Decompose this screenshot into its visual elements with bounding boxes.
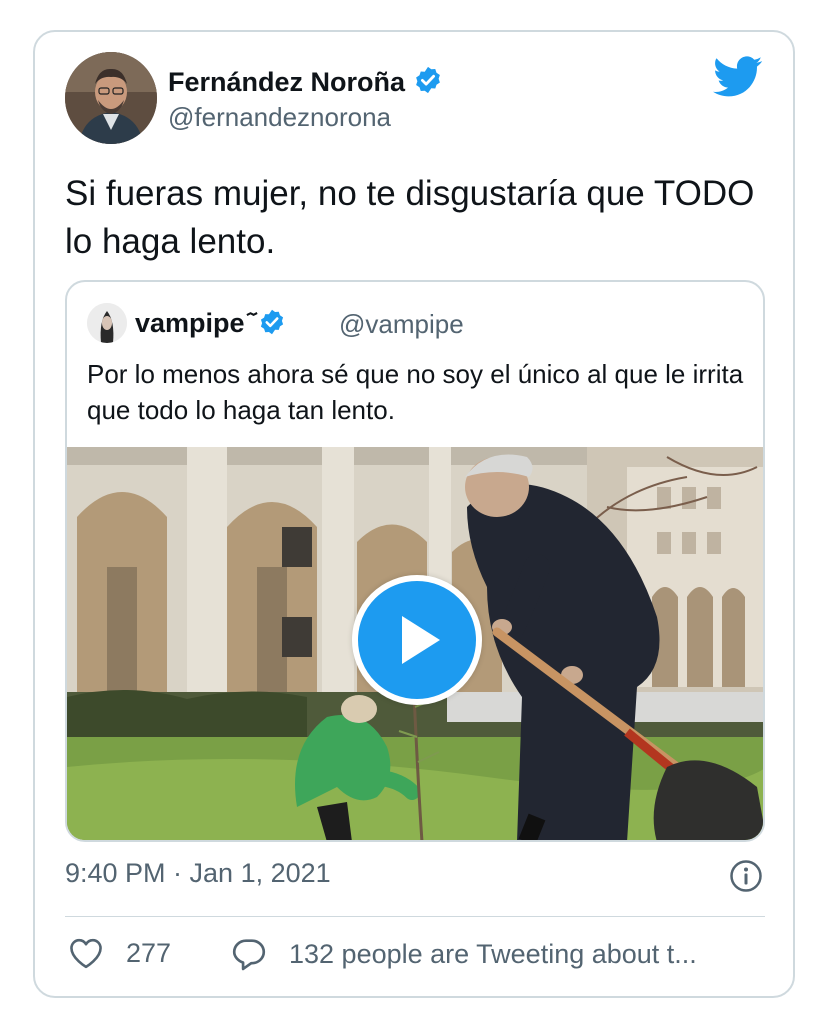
author-name[interactable]: Fernández Noroña bbox=[168, 65, 443, 102]
quoted-tweet[interactable]: vampipe ᷉ @vampipe Por lo menos ahora sé… bbox=[65, 280, 765, 842]
author-handle[interactable]: @fernandeznorona bbox=[168, 102, 391, 133]
like-button[interactable]: 277 bbox=[68, 937, 171, 969]
conversation-text: 132 people are Tweeting about t... bbox=[289, 938, 697, 969]
video-thumbnail[interactable] bbox=[67, 447, 763, 840]
verified-badge-icon bbox=[258, 308, 286, 343]
quoted-author-handle[interactable]: @vampipe bbox=[339, 309, 464, 340]
twitter-bird-icon[interactable] bbox=[713, 56, 763, 98]
quoted-author-name-text[interactable]: vampipe ᷉ bbox=[135, 308, 252, 338]
author-name-text[interactable]: Fernández Noroña bbox=[168, 67, 405, 97]
tweet-timestamp[interactable]: 9:40 PM · Jan 1, 2021 bbox=[65, 858, 331, 889]
play-button[interactable] bbox=[352, 575, 482, 705]
reply-bubble-icon bbox=[232, 939, 266, 971]
info-icon[interactable] bbox=[729, 859, 763, 893]
quoted-author-name[interactable]: vampipe ᷉ bbox=[135, 308, 286, 343]
quoted-tweet-text: Por lo menos ahora sé que no soy el únic… bbox=[87, 359, 744, 425]
like-count: 277 bbox=[126, 937, 172, 968]
conversation-link[interactable]: 132 people are Tweeting about t... bbox=[231, 937, 697, 971]
divider bbox=[65, 916, 765, 917]
author-avatar[interactable] bbox=[65, 52, 157, 144]
tweet-text: Si fueras mujer, no te disgustaría que T… bbox=[65, 174, 755, 261]
heart-icon bbox=[70, 938, 102, 969]
verified-badge-icon bbox=[413, 65, 443, 102]
play-icon bbox=[402, 616, 440, 664]
tweet-embed-card[interactable]: Fernández Noroña @fernandeznorona Si fue… bbox=[33, 30, 795, 998]
quoted-author-avatar[interactable] bbox=[87, 303, 127, 343]
